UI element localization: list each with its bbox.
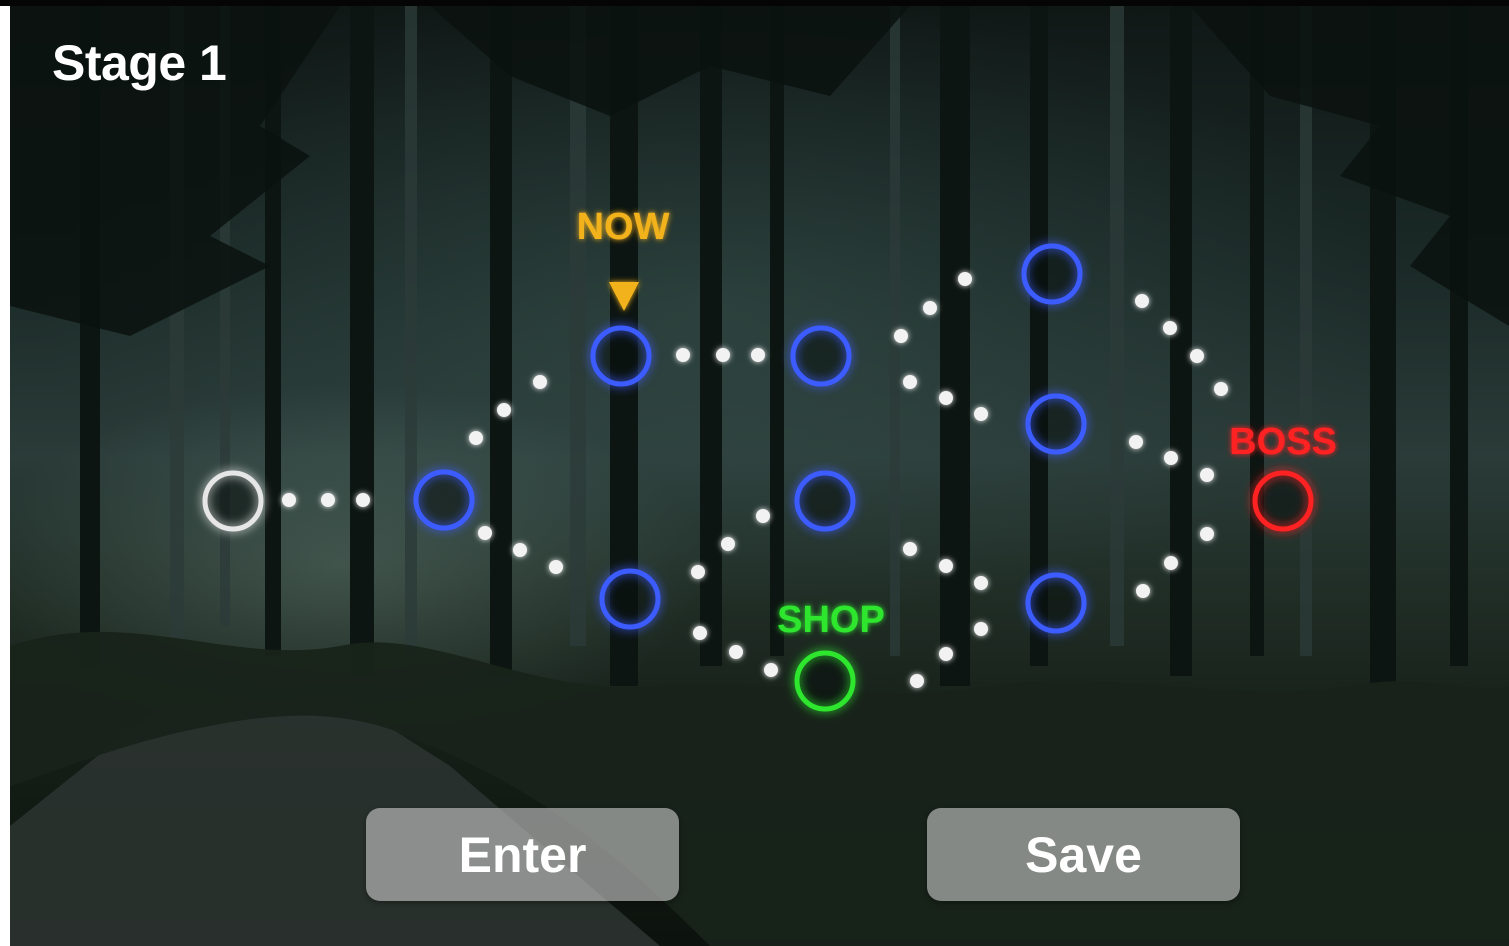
map-node-n2-top[interactable] — [590, 325, 652, 387]
path-dot — [676, 348, 690, 362]
map-node-n1[interactable] — [413, 469, 475, 531]
path-dot — [939, 647, 953, 661]
left-border — [0, 0, 10, 946]
path-dot — [691, 565, 705, 579]
map-node-n4-mid[interactable] — [1025, 393, 1087, 455]
path-dot — [756, 509, 770, 523]
path-dot — [958, 272, 972, 286]
path-dot — [974, 407, 988, 421]
path-dot — [533, 375, 547, 389]
map-node-n4-top[interactable] — [1021, 243, 1083, 305]
now-arrow-icon — [609, 282, 639, 311]
shop-label: SHOP — [777, 599, 885, 641]
path-dot — [469, 431, 483, 445]
path-dot — [1200, 527, 1214, 541]
enter-button[interactable]: Enter — [366, 808, 679, 901]
map-node-n2-bottom[interactable] — [599, 568, 661, 630]
save-button[interactable]: Save — [927, 808, 1240, 901]
path-dot — [939, 391, 953, 405]
path-dot — [974, 622, 988, 636]
path-dot — [751, 348, 765, 362]
path-dot — [1135, 294, 1149, 308]
forest-background: NOW SHOP BOSS — [10, 6, 1509, 946]
path-dot — [356, 493, 370, 507]
path-dot — [939, 559, 953, 573]
map-node-n3-top[interactable] — [790, 325, 852, 387]
path-dot — [974, 576, 988, 590]
path-dot — [1129, 435, 1143, 449]
game-screen: NOW SHOP BOSS Stage 1 Enter Save — [0, 0, 1509, 946]
map-node-shop[interactable] — [794, 650, 856, 712]
path-dot — [497, 403, 511, 417]
path-dot — [321, 493, 335, 507]
path-dot — [1163, 321, 1177, 335]
boss-label: BOSS — [1229, 421, 1337, 463]
path-dot — [1164, 556, 1178, 570]
path-dot — [693, 626, 707, 640]
stage-map: NOW SHOP BOSS — [202, 206, 1337, 712]
path-dot — [764, 663, 778, 677]
path-dot — [282, 493, 296, 507]
stage-title: Stage 1 — [52, 35, 227, 91]
path-dot — [923, 301, 937, 315]
now-label: NOW — [577, 206, 670, 248]
map-node-n4-bottom[interactable] — [1025, 572, 1087, 634]
map-node-n3-mid[interactable] — [794, 470, 856, 532]
path-dot — [513, 543, 527, 557]
path-dot — [478, 526, 492, 540]
path-dot — [1136, 584, 1150, 598]
path-dot — [721, 537, 735, 551]
path-dot — [1164, 451, 1178, 465]
path-dot — [716, 348, 730, 362]
map-node-start[interactable] — [202, 470, 264, 532]
path-dot — [549, 560, 563, 574]
path-dot — [1214, 382, 1228, 396]
path-dot — [1190, 349, 1204, 363]
map-nodes — [202, 243, 1314, 712]
path-dot — [894, 329, 908, 343]
path-dot — [903, 542, 917, 556]
path-dot — [1200, 468, 1214, 482]
path-dot — [910, 674, 924, 688]
path-dot — [903, 375, 917, 389]
path-dot — [729, 645, 743, 659]
map-node-boss[interactable] — [1252, 470, 1314, 532]
